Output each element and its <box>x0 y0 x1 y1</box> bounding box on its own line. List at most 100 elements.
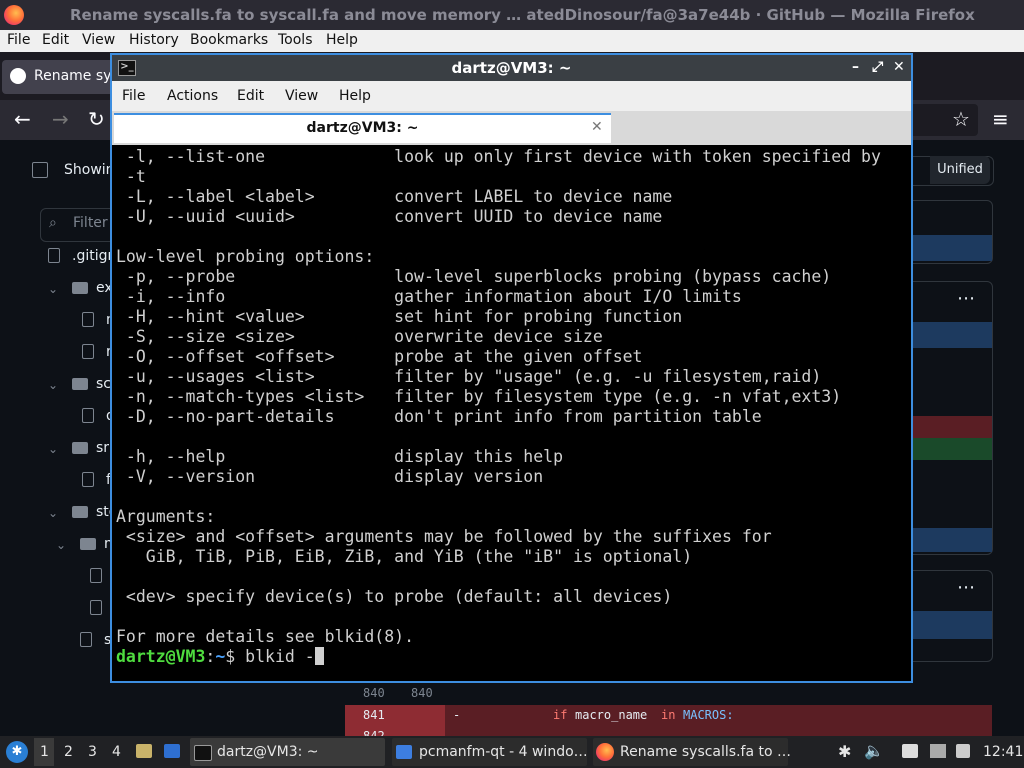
line-number-old[interactable]: 840 <box>363 686 385 700</box>
diff-lines: 840 840 841 842 - if macro_name in MACRO… <box>345 683 992 736</box>
tree-file[interactable]: m <box>0 312 120 344</box>
clock[interactable]: 12:41 <box>983 744 1023 760</box>
ff-menu-file[interactable]: File <box>7 32 30 48</box>
tree-file[interactable]: d <box>0 408 115 440</box>
kebab-menu-icon[interactable]: ⋯ <box>957 577 975 598</box>
clipboard-icon[interactable] <box>902 744 918 758</box>
terminal-line: -H, --hint <value> set hint for probing … <box>116 307 683 326</box>
tree-file[interactable] <box>0 600 110 632</box>
terminal-icon <box>194 745 212 761</box>
keyboard-icon[interactable] <box>930 744 946 758</box>
terminal-line: GiB, TiB, PiB, EiB, ZiB, and YiB (the "i… <box>116 547 693 566</box>
ff-menu-tools[interactable]: Tools <box>278 32 313 48</box>
tree-folder[interactable]: ⌄ sr <box>0 440 110 472</box>
line-number-new[interactable]: 840 <box>411 686 433 700</box>
file-icon <box>48 248 60 263</box>
ff-menu-bookmarks[interactable]: Bookmarks <box>190 32 268 48</box>
folder-icon <box>72 506 88 518</box>
tab-close-icon[interactable]: ✕ <box>591 119 603 135</box>
firefox-icon <box>596 743 614 761</box>
chevron-down-icon[interactable]: ⌄ <box>56 538 66 552</box>
taskbar: ✱ 1 2 3 4 dartz@VM3: ~ pcmanfm-qt - 4 wi… <box>0 736 1024 768</box>
line-number-deleted[interactable]: 841 <box>363 708 385 722</box>
folder-icon <box>72 442 88 454</box>
code-identifier: macro_name <box>575 708 648 722</box>
chevron-down-icon[interactable]: ⌄ <box>48 442 58 456</box>
line-number-deleted-2[interactable]: 842 <box>363 729 385 736</box>
ff-menu-edit[interactable]: Edit <box>42 32 69 48</box>
terminal-line: -O, --offset <offset> probe at the given… <box>116 347 643 366</box>
minimize-icon[interactable]: – <box>852 59 859 75</box>
task-terminal[interactable]: dartz@VM3: ~ <box>190 738 385 766</box>
bluetooth-icon[interactable]: ✱ <box>838 742 851 761</box>
code-keyword-if: if <box>553 708 568 722</box>
terminal-prompt-line[interactable]: dartz@VM3:~$ blkid - <box>116 647 324 667</box>
firefox-tab-title: Rename sysc <box>34 68 114 84</box>
maximize-icon[interactable]: ⤢ <box>872 59 883 75</box>
terminal-tab-title: dartz@VM3: ~ <box>306 120 419 136</box>
workspace-3[interactable]: 3 <box>82 738 102 766</box>
terminal-output[interactable]: -l, --list-one look up only first device… <box>112 147 911 681</box>
tree-file[interactable] <box>0 568 110 600</box>
task-firefox[interactable]: Rename syscalls.fa to … <box>593 738 791 766</box>
start-menu-icon[interactable]: ✱ <box>6 741 28 763</box>
terminal-line: <size> and <offset> arguments may be fol… <box>116 527 772 546</box>
file-icon <box>80 632 92 647</box>
kebab-menu-icon[interactable]: ⋯ <box>957 288 975 309</box>
tree-folder[interactable]: ⌄m <box>0 536 118 568</box>
tree-folder[interactable]: ⌄ ex <box>0 280 113 312</box>
file-manager-launcher-icon[interactable] <box>136 744 152 758</box>
term-menu-edit[interactable]: Edit <box>237 88 264 104</box>
text-cursor <box>314 647 324 665</box>
network-icon[interactable] <box>956 744 970 758</box>
folder-icon <box>72 282 88 294</box>
term-menu-file[interactable]: File <box>122 88 145 104</box>
terminal-line: Arguments: <box>116 507 216 526</box>
back-arrow-icon[interactable]: ← <box>14 107 31 131</box>
terminal-line: -u, --usages <list> filter by "usage" (e… <box>116 367 822 386</box>
volume-icon[interactable]: 🔈 <box>864 741 884 760</box>
chevron-down-icon[interactable]: ⌄ <box>48 506 58 520</box>
tree-file[interactable]: s <box>0 632 111 664</box>
terminal-window-title: dartz@VM3: ~ <box>451 59 572 77</box>
terminal-line: -S, --size <size> overwrite device size <box>116 327 603 346</box>
tree-folder[interactable]: ⌄ sto <box>0 504 117 536</box>
ff-menu-view[interactable]: View <box>82 32 115 48</box>
term-menu-help[interactable]: Help <box>339 88 371 104</box>
search-icon: ⌕ <box>49 215 57 231</box>
code-constant: MACROS: <box>683 708 734 722</box>
tree-file[interactable]: fa <box>0 472 120 504</box>
tree-folder[interactable]: ⌄ sc <box>0 376 111 408</box>
tree-item-label: sr <box>96 440 110 456</box>
hamburger-menu-icon[interactable]: ≡ <box>992 107 1009 131</box>
firefox-window-title: Rename syscalls.fa to syscall.fa and mov… <box>70 6 975 24</box>
terminal-line: -h, --help display this help <box>116 447 564 466</box>
prompt-dollar: $ <box>225 647 246 666</box>
task-pcmanfm[interactable]: pcmanfm-qt - 4 windo… <box>392 738 588 766</box>
workspace-2[interactable]: 2 <box>58 738 78 766</box>
tree-file[interactable]: r <box>0 344 112 376</box>
workspace-1[interactable]: 1 <box>34 738 54 766</box>
chevron-down-icon[interactable]: ⌄ <box>48 378 58 392</box>
sidebar-toggle-icon[interactable] <box>32 162 48 178</box>
tree-file[interactable]: .gitign <box>0 248 116 280</box>
terminal-titlebar[interactable]: >_ dartz@VM3: ~ – ⤢ ✕ <box>112 55 911 81</box>
file-icon <box>82 312 94 327</box>
workspace-4[interactable]: 4 <box>106 738 126 766</box>
ff-menu-history[interactable]: History <box>129 32 179 48</box>
unified-button[interactable]: Unified <box>930 156 990 184</box>
close-icon[interactable]: ✕ <box>893 59 905 75</box>
chevron-down-icon[interactable]: ⌄ <box>48 282 58 296</box>
reload-icon[interactable]: ↻ <box>88 107 105 131</box>
file-icon <box>82 344 94 359</box>
forward-arrow-icon[interactable]: → <box>52 107 69 131</box>
bookmark-star-icon[interactable]: ☆ <box>952 107 970 131</box>
terminal-tab[interactable]: dartz@VM3: ~ ✕ <box>114 113 611 143</box>
desktop-launcher-icon[interactable] <box>164 744 180 758</box>
term-menu-actions[interactable]: Actions <box>167 88 218 104</box>
term-menu-view[interactable]: View <box>285 88 318 104</box>
terminal-line: -U, --uuid <uuid> convert UUID to device… <box>116 207 663 226</box>
prompt-separator: : <box>205 647 216 666</box>
file-icon <box>90 568 102 583</box>
ff-menu-help[interactable]: Help <box>326 32 358 48</box>
